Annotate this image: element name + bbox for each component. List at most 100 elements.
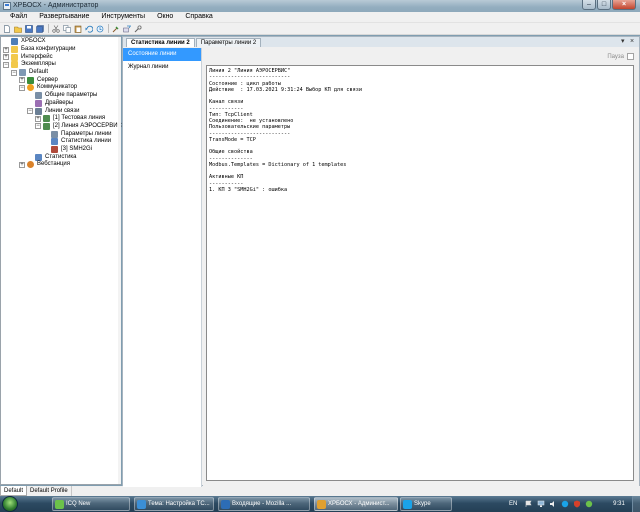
- tree-item[interactable]: + Сервер: [1, 76, 120, 84]
- tools-icon[interactable]: [122, 24, 132, 34]
- tree-item-label: Драйверы: [45, 99, 74, 106]
- server-icon: [27, 76, 34, 84]
- tree-item[interactable]: + [1] Тестовая линия: [1, 115, 120, 123]
- expand-icon[interactable]: +: [3, 46, 9, 53]
- menu-deploy[interactable]: Развертывание: [33, 12, 95, 22]
- tab-line-params[interactable]: Параметры линии 2: [195, 38, 262, 47]
- menu-window[interactable]: Окно: [151, 12, 179, 22]
- thunderbird-icon: [221, 500, 230, 509]
- menu-bar: Файл Развертывание Инструменты Окно Спра…: [0, 12, 640, 23]
- expand-icon[interactable]: +: [19, 161, 25, 168]
- line-icon: [43, 122, 50, 130]
- show-desktop-button[interactable]: [632, 496, 640, 512]
- taskbar-item[interactable]: ХРБОСХ - Админист...: [314, 497, 398, 511]
- tree-item-label: Интерфейс: [21, 53, 53, 60]
- profile-tab-default[interactable]: Default: [0, 486, 28, 496]
- settings-icon[interactable]: [111, 24, 121, 34]
- nav-line-log[interactable]: Журнал линии: [123, 61, 201, 74]
- copy-icon[interactable]: [62, 24, 72, 34]
- toolbar-separator: [48, 24, 49, 33]
- language-indicator[interactable]: EN: [509, 496, 517, 512]
- line-state-text[interactable]: Линия 2 "Линия АЭРОСЕРВИС" --------------…: [206, 65, 634, 481]
- document-tabs: Статистика линии 2 Параметры линии 2 ▾ ×: [123, 37, 639, 47]
- tab-line-stats[interactable]: Статистика линии 2: [126, 38, 195, 47]
- open-icon[interactable]: [13, 24, 23, 34]
- skype-icon: [403, 500, 412, 509]
- clock[interactable]: 9:31: [608, 496, 630, 512]
- menu-help[interactable]: Справка: [179, 12, 218, 22]
- nav-line-state[interactable]: Состояние линии: [123, 48, 201, 61]
- tree-item[interactable]: ХРБОСХ: [1, 38, 120, 46]
- collapse-icon[interactable]: −: [35, 123, 41, 130]
- tab-list-dropdown-icon[interactable]: ▾: [621, 38, 625, 46]
- tree-item[interactable]: Статистика линии: [1, 138, 120, 146]
- menu-file[interactable]: Файл: [4, 12, 33, 22]
- flag-icon[interactable]: [525, 500, 533, 508]
- tree-item[interactable]: Драйверы: [1, 99, 120, 108]
- tree-item-label: Статистика: [45, 153, 77, 160]
- stats-icon: [35, 153, 42, 161]
- tree-item[interactable]: + Интерфейс: [1, 53, 120, 61]
- collapse-icon[interactable]: −: [3, 61, 9, 68]
- profile-tab-default-profile[interactable]: Default Profile: [27, 486, 72, 496]
- folder-icon: [11, 61, 18, 69]
- collapse-icon[interactable]: −: [19, 84, 25, 91]
- tree-item[interactable]: [3] SMH2Gi: [1, 145, 120, 154]
- redo-icon[interactable]: [95, 24, 105, 34]
- security-icon[interactable]: [573, 500, 581, 508]
- project-icon: [11, 38, 18, 46]
- icq-tray-icon[interactable]: [585, 500, 593, 508]
- taskbar-item[interactable]: Skype: [400, 497, 452, 511]
- expand-icon[interactable]: +: [35, 115, 41, 122]
- drivers-icon: [35, 99, 42, 107]
- browser-icon: [137, 500, 146, 509]
- save-all-icon[interactable]: [35, 24, 45, 34]
- close-button[interactable]: ×: [612, 0, 636, 10]
- wrench-icon[interactable]: [133, 24, 143, 34]
- tree-item[interactable]: + База конфигурации: [1, 46, 120, 54]
- tree-item[interactable]: Статистика: [1, 153, 120, 161]
- collapse-icon[interactable]: −: [27, 108, 33, 115]
- minimize-button[interactable]: –: [582, 0, 596, 10]
- expand-icon[interactable]: +: [19, 77, 25, 84]
- skype-tray-icon[interactable]: [561, 500, 569, 508]
- instance-icon: [19, 69, 26, 77]
- window-title: ХРБОСХ - Администратор: [13, 2, 99, 9]
- paste-icon[interactable]: [73, 24, 83, 34]
- title-bar: ХРБОСХ - Администратор – □ ×: [0, 0, 640, 12]
- menu-tools[interactable]: Инструменты: [95, 12, 151, 22]
- app-icon: [317, 500, 326, 509]
- taskbar-item[interactable]: Входящие - Mozilla ...: [218, 497, 310, 511]
- save-icon[interactable]: [24, 24, 34, 34]
- expand-icon[interactable]: +: [3, 54, 9, 61]
- explorer-scrollbar[interactable]: [118, 37, 121, 484]
- tree-item[interactable]: + Вебстанция: [1, 161, 120, 169]
- tree-item-label: Default: [29, 69, 49, 76]
- tree-item[interactable]: − Линии связи: [1, 107, 120, 115]
- tree-item[interactable]: − Экземпляры: [1, 61, 120, 69]
- start-button[interactable]: [2, 496, 18, 512]
- taskbar-item[interactable]: ICQ New: [52, 497, 130, 511]
- communicator-icon: [27, 84, 34, 92]
- tree-item[interactable]: − Коммуникатор: [1, 84, 120, 92]
- network-icon[interactable]: [537, 500, 545, 508]
- tab-close-icon[interactable]: ×: [630, 38, 634, 46]
- maximize-button[interactable]: □: [597, 0, 611, 10]
- pause-toggle[interactable]: Пауза: [607, 53, 634, 60]
- tree-item-label: [3] SMH2Gi: [61, 145, 93, 152]
- tree-item[interactable]: − [2] Линия АЭРОСЕРВИС: [1, 122, 122, 131]
- volume-icon[interactable]: [549, 500, 557, 508]
- new-icon[interactable]: [2, 24, 12, 34]
- tree-item[interactable]: Общие параметры: [1, 92, 120, 100]
- tree-item-label: Вебстанция: [37, 161, 71, 168]
- app-icon: [3, 2, 11, 10]
- undo-icon[interactable]: [84, 24, 94, 34]
- taskbar-item-label: ХРБОСХ - Админист...: [328, 501, 390, 507]
- cut-icon[interactable]: [51, 24, 61, 34]
- pause-checkbox[interactable]: [627, 53, 634, 60]
- tree-item[interactable]: − Default: [1, 69, 120, 77]
- collapse-icon[interactable]: −: [11, 69, 17, 76]
- taskbar-item[interactable]: Тема: Настройка ТС...: [134, 497, 214, 511]
- tree-item-label: Сервер: [37, 76, 58, 83]
- tree-item[interactable]: Параметры линии: [1, 130, 120, 138]
